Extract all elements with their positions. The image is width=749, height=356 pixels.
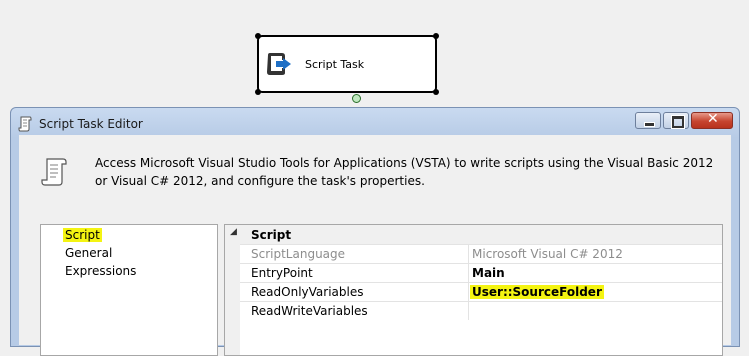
precedence-connector-handle[interactable] [352,94,361,103]
scroll-icon [41,158,67,186]
property-row-readwritevariables[interactable]: ReadWriteVariables [240,301,722,320]
category-row[interactable]: ◢ Script [225,225,722,244]
close-button[interactable]: ✕ [691,111,733,129]
editor-client-area: Access Microsoft Visual Studio Tools for… [19,135,731,356]
script-task-icon [267,53,291,75]
property-row-readonlyvariables[interactable]: ReadOnlyVariables User::SourceFolder [240,282,722,301]
script-task-editor-window: Script Task Editor ✕ Access Microsoft Vi… [10,107,740,356]
resize-handle-top-left[interactable] [255,33,261,39]
collapse-triangle-icon[interactable]: ◢ [230,227,237,237]
category-label: Script [251,228,292,242]
property-name: ScriptLanguage [251,247,346,261]
property-row-entrypoint[interactable]: EntryPoint Main [240,263,722,282]
property-grid-gutter [225,225,240,355]
close-icon: ✕ [707,111,719,127]
scroll-icon [18,116,32,132]
resize-handle-bottom-left[interactable] [255,89,261,95]
resize-handle-top-right[interactable] [433,33,439,39]
maximize-button[interactable] [663,112,689,129]
property-value: Microsoft Visual C# 2012 [472,247,623,261]
property-value-cell[interactable]: Microsoft Visual C# 2012 [468,245,723,263]
resize-handle-bottom-right[interactable] [433,89,439,95]
property-value: Main [472,266,505,280]
task-label: Script Task [305,58,365,71]
minimize-icon [644,122,655,127]
property-name: ReadWriteVariables [251,304,368,318]
window-title: Script Task Editor [39,117,143,131]
window-controls: ✕ [635,111,733,129]
property-name: ReadOnlyVariables [251,285,364,299]
nav-item-script[interactable]: Script [63,228,102,242]
nav-item-general[interactable]: General [63,246,114,260]
editor-header: Access Microsoft Visual Studio Tools for… [19,135,731,219]
property-value-cell[interactable]: Main [468,264,723,282]
editor-description: Access Microsoft Visual Studio Tools for… [95,156,714,188]
design-canvas: Script Task [0,0,749,112]
property-row-scriptlanguage[interactable]: ScriptLanguage Microsoft Visual C# 2012 [240,244,722,263]
maximize-icon [671,115,685,129]
property-name: EntryPoint [251,266,313,280]
property-grid: ◢ Script ScriptLanguage Microsoft Visual… [224,224,723,356]
minimize-button[interactable] [635,112,661,129]
script-task-node[interactable]: Script Task [255,33,439,95]
property-value-cell[interactable] [468,302,723,320]
property-value-cell[interactable]: User::SourceFolder [468,283,723,301]
page-navigation-list: Script General Expressions [40,224,218,356]
property-value: User::SourceFolder [470,285,604,299]
nav-item-expressions[interactable]: Expressions [63,264,138,278]
